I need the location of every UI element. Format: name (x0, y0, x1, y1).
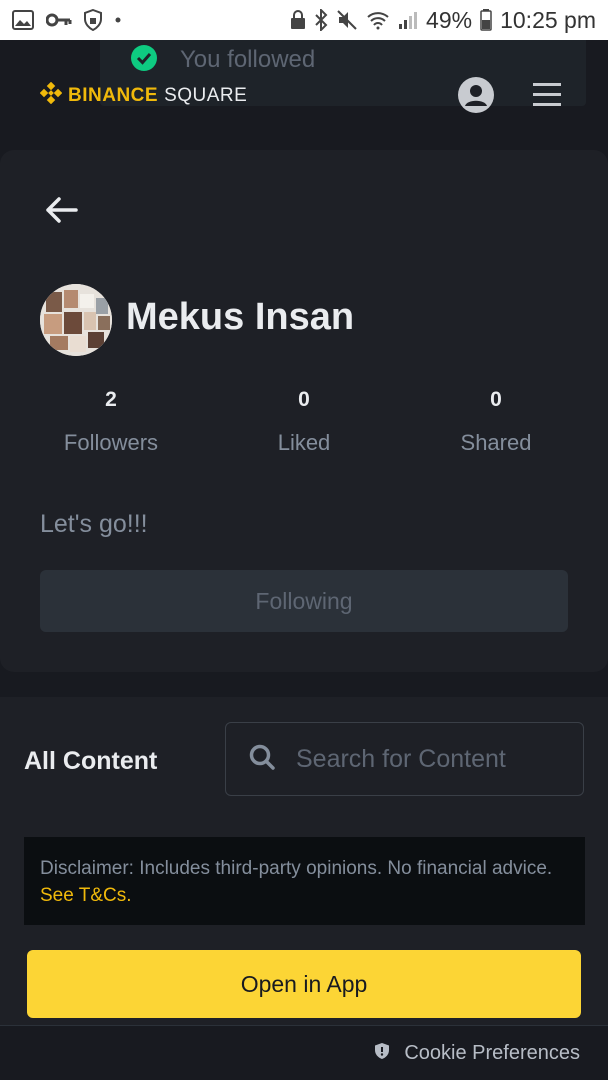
hamburger-menu-icon[interactable] (533, 80, 561, 113)
logo-brand: BINANCE (68, 84, 159, 106)
terms-link[interactable]: See T&Cs. (40, 885, 132, 906)
profile-bio: Let's go!!! (40, 510, 148, 538)
stat-followers[interactable]: 2 Followers (11, 388, 211, 456)
signal-icon (398, 10, 418, 30)
user-account-icon[interactable] (458, 77, 494, 118)
binance-logo-icon (39, 81, 63, 109)
search-placeholder: Search for Content (296, 744, 506, 773)
cookie-preferences-link[interactable]: Cookie Preferences (404, 1042, 580, 1065)
disclaimer: Disclaimer: Includes third-party opinion… (24, 837, 585, 925)
disclaimer-text: Disclaimer: Includes third-party opinion… (40, 858, 553, 879)
mute-icon (336, 9, 358, 31)
all-content-title: All Content (24, 747, 158, 775)
following-button[interactable]: Following (40, 570, 568, 632)
followers-count: 2 (105, 388, 117, 411)
stat-liked: 0 Liked (204, 388, 404, 456)
cookie-shield-icon (374, 1042, 390, 1065)
wifi-icon (366, 10, 390, 30)
lock-icon (290, 10, 306, 30)
shared-count: 0 (490, 388, 502, 411)
followers-label: Followers (63, 430, 159, 455)
bluetooth-icon (314, 9, 328, 31)
check-circle-icon (130, 44, 158, 77)
binance-square-logo[interactable]: BINANCE SQUARE (39, 81, 248, 109)
key-icon (46, 12, 72, 28)
stat-shared: 0 Shared (396, 388, 596, 456)
liked-count: 0 (298, 388, 310, 411)
open-in-app-button[interactable]: Open in App (27, 950, 581, 1018)
shared-label: Shared (460, 430, 532, 455)
profile-card: Mekus Insan 2 Followers 0 Liked 0 Shared… (0, 150, 608, 672)
cookie-bar: Cookie Preferences (0, 1025, 608, 1080)
logo-product: SQUARE (164, 84, 248, 106)
image-icon (12, 10, 34, 30)
shield-icon (84, 9, 102, 31)
search-icon (248, 743, 276, 776)
avatar (40, 284, 112, 356)
liked-label: Liked (277, 430, 331, 455)
dot-icon (114, 16, 122, 24)
back-arrow-icon[interactable] (44, 196, 78, 229)
toast-text: You followed (180, 46, 316, 73)
battery-percent: 49% (426, 6, 473, 33)
clock: 10:25 pm (500, 6, 596, 33)
status-bar: 49% 10:25 pm (0, 0, 608, 40)
search-input[interactable]: Search for Content (225, 722, 584, 796)
profile-name: Mekus Insan (126, 296, 355, 338)
battery-icon (480, 9, 492, 31)
